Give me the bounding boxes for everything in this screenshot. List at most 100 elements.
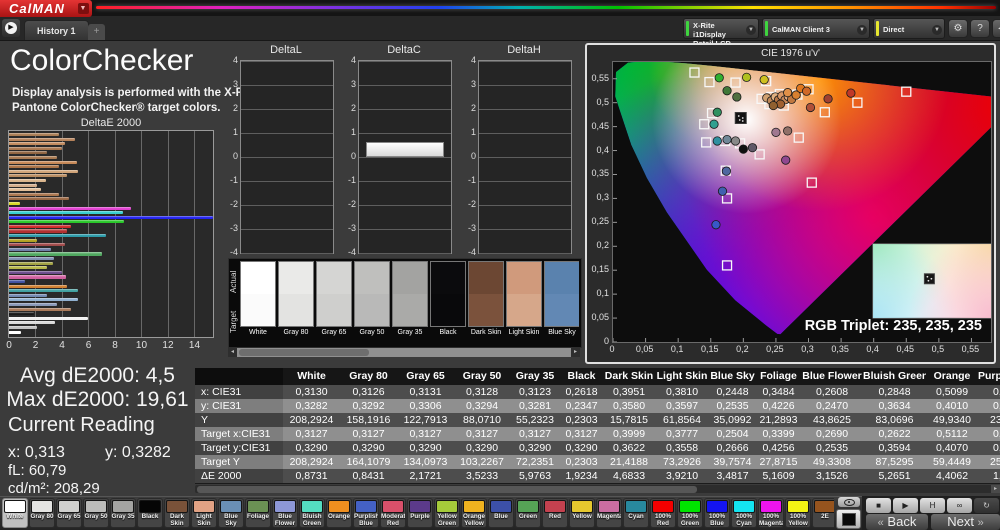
pattern-swatch-button[interactable]: 100% Magenta: [758, 498, 784, 528]
help-button[interactable]: ?: [970, 19, 990, 38]
pattern-swatch-button[interactable]: 100% Yellow: [785, 498, 811, 528]
scrollbar-thumb[interactable]: [239, 349, 369, 356]
pattern-swatch-button[interactable]: Magenta: [596, 498, 622, 528]
actual-swatch: [279, 262, 313, 294]
pattern-swatch-button[interactable]: Orange Yellow: [461, 498, 487, 528]
cie-measured-point: [722, 167, 730, 175]
table-row: Target Y208,2924164,1079134,0973103,2267…: [195, 455, 1000, 469]
play-button[interactable]: ▶: [893, 498, 918, 513]
table-cell: 4,4062: [926, 469, 978, 483]
status-indicator: [686, 21, 689, 36]
table-cell: 164,1079: [340, 455, 397, 469]
pattern-swatch-button[interactable]: Foliage: [245, 498, 271, 528]
session-nav-button[interactable]: ▶: [2, 19, 20, 37]
row-label: Target y:CIE31: [195, 441, 283, 455]
back-arrow-icon: «: [878, 517, 884, 529]
back-button[interactable]: « Back: [866, 514, 928, 530]
pattern-swatch-button[interactable]: Dark Skin: [164, 498, 190, 528]
measurement-table: WhiteGray 80Gray 65Gray 50Gray 35BlackDa…: [195, 368, 1000, 484]
column-header: Black: [560, 368, 603, 385]
table-scrollbar[interactable]: ▸: [195, 485, 1000, 493]
swatch-label: White: [240, 327, 276, 339]
deltae-bar: [9, 151, 47, 154]
cd-readout: cd/m²: 208,29: [8, 480, 100, 497]
table-cell: 0,3127: [560, 427, 603, 441]
table-cell: 0,3128: [454, 385, 510, 399]
pattern-swatch-button[interactable]: Moderate Red: [380, 498, 406, 528]
patch-swatch: Black: [430, 261, 466, 339]
table-cell: 55,2323: [510, 413, 560, 427]
tab-history-1[interactable]: History 1: [24, 20, 89, 40]
pattern-swatch-button[interactable]: Purple: [407, 498, 433, 528]
table-cell: 0,2690: [801, 427, 863, 441]
hold-button[interactable]: H: [920, 498, 945, 513]
target-swatch: [431, 294, 465, 326]
preview-button[interactable]: [838, 497, 860, 507]
scroll-right-icon[interactable]: ▸: [991, 485, 1000, 493]
target-swatch: [469, 294, 503, 326]
pattern-swatch-button[interactable]: Orange: [326, 498, 352, 528]
pattern-swatch-button[interactable]: Light Skin: [191, 498, 217, 528]
pattern-swatch-button[interactable]: Gray 65: [56, 498, 82, 528]
pattern-swatch-button[interactable]: Blue Flower: [272, 498, 298, 528]
collapse-button[interactable]: ◀: [992, 19, 1000, 38]
deltae-bar: [9, 170, 78, 173]
pattern-swatch-button[interactable]: 100% Cyan: [731, 498, 757, 528]
refresh-button[interactable]: ↻: [974, 498, 999, 513]
table-cell: 0,3127: [283, 427, 340, 441]
table-cell: 0,3558: [655, 441, 709, 455]
pattern-swatch-button[interactable]: Gray 35: [110, 498, 136, 528]
table-cell: 72,2351: [510, 455, 560, 469]
table-cell: 5,2651: [863, 469, 926, 483]
pattern-swatch-button[interactable]: Gray 80: [29, 498, 55, 528]
table-cell: 0,4070: [926, 441, 978, 455]
pattern-window-button[interactable]: [836, 509, 861, 529]
settings-button[interactable]: ⚙: [948, 19, 968, 38]
pattern-swatch-button[interactable]: Yellow Green: [434, 498, 460, 528]
pattern-swatch-button[interactable]: 100% Red: [650, 498, 676, 528]
pattern-swatch-button[interactable]: Green: [515, 498, 541, 528]
actual-swatch: [545, 262, 579, 294]
target-swatch: [355, 294, 389, 326]
pattern-swatch-button[interactable]: Red: [542, 498, 568, 528]
stop-button[interactable]: ■: [866, 498, 891, 513]
pattern-swatch-button[interactable]: Cyan: [623, 498, 649, 528]
stop-icon: ■: [876, 501, 881, 510]
pattern-swatch-button[interactable]: Yellow: [569, 498, 595, 528]
column-header: Blue Flower: [801, 368, 863, 385]
table-cell: 0,3777: [655, 427, 709, 441]
loop-button[interactable]: ∞: [947, 498, 972, 513]
table-cell: 0,3281: [510, 399, 560, 413]
cie-measured-point: [723, 135, 731, 143]
cie-measured-point: [723, 87, 731, 95]
pattern-swatch-button[interactable]: Black: [137, 498, 163, 528]
scroll-left-icon[interactable]: ◂: [228, 348, 237, 357]
meter-select-button[interactable]: X-Rite i1Display Retail LCD (LED) ▼: [683, 18, 759, 39]
deltae-bar: [9, 239, 37, 242]
pattern-swatch-button[interactable]: 100% Green: [677, 498, 703, 528]
pattern-swatch-button[interactable]: Gray 50: [83, 498, 109, 528]
next-button[interactable]: Next »: [931, 514, 1000, 530]
app-logo[interactable]: CalMAN ▼: [0, 0, 92, 17]
logo-dropdown-icon[interactable]: ▼: [78, 3, 89, 14]
display-control-button[interactable]: Direct Display Control ▼: [873, 18, 945, 39]
pattern-generator-button[interactable]: CalMAN Client 3 Pattern Generator ▼: [762, 18, 870, 39]
patch-strip-scrollbar[interactable]: ◂ ▸: [228, 348, 580, 357]
status-indicator: [765, 21, 768, 36]
deltae-bar: [9, 142, 65, 145]
table-cell: 83,0696: [863, 413, 926, 427]
pattern-swatch-button[interactable]: Bluish Green: [299, 498, 325, 528]
pattern-swatch-button[interactable]: 2E: [812, 498, 834, 528]
pattern-swatch-button[interactable]: Purplish Blue: [353, 498, 379, 528]
pattern-swatch-button[interactable]: Blue Sky: [218, 498, 244, 528]
table-cell: 0,1927: [978, 399, 1000, 413]
pattern-swatch-button[interactable]: White: [2, 498, 28, 528]
scrollbar-thumb[interactable]: [197, 486, 697, 493]
pattern-swatch-button[interactable]: 100% Blue: [704, 498, 730, 528]
table-row: x: CIE310,31300,31260,31310,31280,31230,…: [195, 385, 1000, 399]
pattern-swatch-button[interactable]: Blue: [488, 498, 514, 528]
scroll-right-icon[interactable]: ▸: [571, 348, 580, 357]
tab-add-button[interactable]: +: [88, 24, 105, 40]
cie-1976-chart: [612, 61, 992, 343]
deltae-bar: [9, 220, 124, 223]
